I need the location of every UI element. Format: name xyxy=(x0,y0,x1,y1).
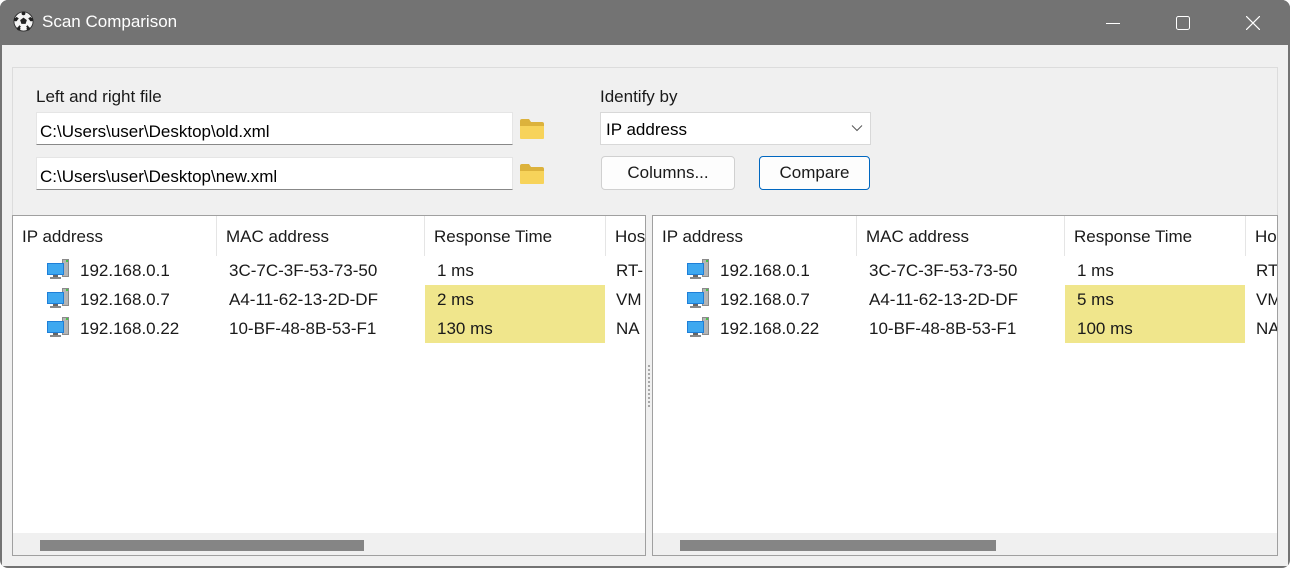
table-row[interactable]: 192.168.0.1 3C-7C-3F-53-73-50 1 ms RT xyxy=(653,256,1278,285)
cell-mac: 10-BF-48-8B-53-F1 xyxy=(869,319,1017,338)
left-results-list[interactable]: IP address MAC address Response Time Hos… xyxy=(12,215,646,556)
computer-icon xyxy=(47,259,69,279)
folder-icon[interactable] xyxy=(519,117,545,141)
column-header-response-time[interactable]: Response Time xyxy=(425,216,605,256)
cell-ip: 192.168.0.7 xyxy=(80,290,170,309)
maximize-icon xyxy=(1176,15,1190,30)
cell-ip: 192.168.0.7 xyxy=(720,290,810,309)
cell-ip: 192.168.0.1 xyxy=(80,261,170,280)
cell-response-time: 1 ms xyxy=(437,261,474,280)
computer-icon xyxy=(687,288,709,308)
column-header-mac[interactable]: MAC address xyxy=(217,216,424,256)
scan-comparison-window: Scan Comparison Left and right file Iden… xyxy=(0,0,1290,568)
cell-response-time: 130 ms xyxy=(425,314,605,343)
computer-icon xyxy=(687,317,709,337)
table-row[interactable]: 192.168.0.7 A4-11-62-13-2D-DF 5 ms VM xyxy=(653,285,1277,314)
splitter-grip xyxy=(648,365,650,407)
cell-response-time: 100 ms xyxy=(1065,314,1245,343)
title-bar[interactable]: Scan Comparison xyxy=(0,0,1290,45)
cell-host: RT- xyxy=(616,261,644,280)
table-row[interactable]: 192.168.0.22 10-BF-48-8B-53-F1 130 ms NA xyxy=(13,314,645,343)
table-row[interactable]: 192.168.0.1 3C-7C-3F-53-73-50 1 ms RT- xyxy=(13,256,645,285)
column-header-ip[interactable]: IP address xyxy=(13,216,216,256)
cell-host: NA xyxy=(616,319,640,338)
cell-mac: A4-11-62-13-2D-DF xyxy=(229,290,378,309)
cell-host: VM xyxy=(616,290,642,309)
client-area: Left and right file Identify by IP addre… xyxy=(2,45,1288,566)
cell-ip: 192.168.0.22 xyxy=(720,319,820,338)
compare-button[interactable]: Compare xyxy=(759,156,870,190)
left-file-input[interactable] xyxy=(36,112,513,145)
cell-mac: 3C-7C-3F-53-73-50 xyxy=(869,261,1018,280)
cell-response-time: 2 ms xyxy=(425,285,605,314)
computer-icon xyxy=(47,317,69,337)
soccer-ball-icon xyxy=(13,11,34,32)
minimize-icon xyxy=(1106,22,1120,24)
column-header-host[interactable]: Hos xyxy=(606,216,645,256)
horizontal-scrollbar[interactable] xyxy=(653,533,1277,555)
computer-icon xyxy=(47,288,69,308)
column-header-mac[interactable]: MAC address xyxy=(857,216,1064,256)
column-header-ip[interactable]: IP address xyxy=(653,216,856,256)
identify-by-dropdown[interactable]: IP address xyxy=(600,112,871,145)
table-row[interactable]: 192.168.0.7 A4-11-62-13-2D-DF 2 ms VM xyxy=(13,285,645,314)
minimize-button[interactable] xyxy=(1078,0,1148,45)
cell-ip: 192.168.0.1 xyxy=(720,261,810,280)
folder-icon[interactable] xyxy=(519,162,545,186)
cell-mac: 10-BF-48-8B-53-F1 xyxy=(229,319,377,338)
scrollbar-thumb[interactable] xyxy=(680,540,996,551)
columns-button[interactable]: Columns... xyxy=(601,156,735,190)
list-header: IP address MAC address Response Time Ho xyxy=(653,216,1277,256)
right-file-input[interactable] xyxy=(36,157,513,190)
identify-by-value: IP address xyxy=(606,120,687,139)
cell-response-time: 5 ms xyxy=(1065,285,1245,314)
cell-host: RT xyxy=(1256,261,1278,280)
chevron-down-icon xyxy=(851,125,863,132)
list-header: IP address MAC address Response Time Hos xyxy=(13,216,645,256)
cell-ip: 192.168.0.22 xyxy=(80,319,180,338)
window-title: Scan Comparison xyxy=(42,12,178,31)
close-icon xyxy=(1246,15,1260,30)
column-header-response-time[interactable]: Response Time xyxy=(1065,216,1245,256)
table-row[interactable]: 192.168.0.22 10-BF-48-8B-53-F1 100 ms NA xyxy=(653,314,1278,343)
computer-icon xyxy=(687,259,709,279)
horizontal-scrollbar[interactable] xyxy=(13,533,645,555)
right-results-list[interactable]: IP address MAC address Response Time Ho … xyxy=(652,215,1278,556)
column-header-host[interactable]: Ho xyxy=(1246,216,1277,256)
files-label: Left and right file xyxy=(36,87,162,106)
cell-mac: A4-11-62-13-2D-DF xyxy=(869,290,1018,309)
maximize-button[interactable] xyxy=(1148,0,1218,45)
cell-host: VM xyxy=(1256,290,1277,309)
close-button[interactable] xyxy=(1218,0,1288,45)
cell-mac: 3C-7C-3F-53-73-50 xyxy=(229,261,378,280)
identify-by-label: Identify by xyxy=(600,87,678,106)
cell-response-time: 1 ms xyxy=(1077,261,1114,280)
scrollbar-thumb[interactable] xyxy=(40,540,364,551)
cell-host: NA xyxy=(1256,319,1278,338)
